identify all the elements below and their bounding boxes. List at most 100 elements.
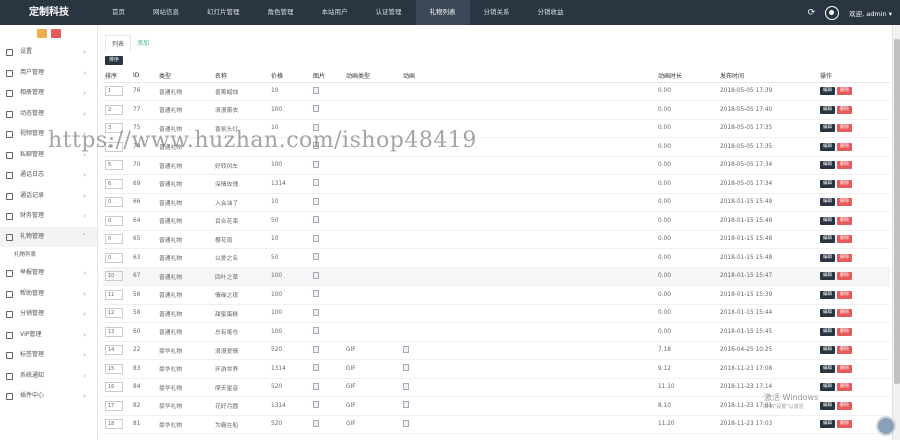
delete-button[interactable]: 删除 [837,87,852,96]
edit-button[interactable]: 编辑 [820,105,835,114]
edit-button[interactable]: 编辑 [820,309,835,318]
windows-activation-notice: 激活 Windows 转到"设置"以激活 [764,392,818,410]
floating-avatar[interactable] [876,416,896,436]
duration-cell: 0.00 [656,82,718,101]
close-tabs-button[interactable] [50,29,61,38]
sidebar-item[interactable]: 通话日志 › [0,165,97,186]
edit-button[interactable]: 编辑 [820,253,835,262]
sidebar-item[interactable]: 帮助管理 › [0,284,97,305]
sidebar-item[interactable]: 财务管理 › [0,206,97,227]
brand-logo[interactable]: 定制科技 [0,0,98,25]
sidebar-item[interactable]: 分销管理 › [0,304,97,325]
order-input[interactable]: 15 [105,363,123,374]
order-input[interactable]: 5 [105,160,123,171]
sidebar-item[interactable]: 插件中心 › [0,386,97,407]
edit-button[interactable]: 编辑 [820,179,835,188]
delete-button[interactable]: 删除 [837,420,852,429]
nav-item[interactable]: 幻灯片管理 [193,0,254,25]
order-cell: 17 [103,396,131,416]
sidebar-item[interactable]: 举报管理 › [0,263,97,284]
sidebar-item[interactable]: VIP管理 › [0,325,97,346]
sidebar-item[interactable]: 设置 › [0,42,97,63]
duration-cell: 0.00 [656,211,718,231]
delete-button[interactable]: 删除 [837,179,852,188]
nav-item[interactable]: 分销关系 [470,0,524,25]
delete-button[interactable]: 删除 [837,327,852,336]
delete-button[interactable]: 删除 [837,290,852,299]
edit-button[interactable]: 编辑 [820,364,835,373]
delete-button[interactable]: 删除 [837,309,852,318]
order-input[interactable]: 10 [105,271,123,282]
delete-button[interactable]: 删除 [837,346,852,355]
delete-button[interactable]: 删除 [837,364,852,373]
edit-button[interactable]: 编辑 [820,124,835,133]
delete-button[interactable]: 删除 [837,216,852,225]
order-input[interactable]: 16 [105,382,123,393]
order-input[interactable]: 13 [105,326,123,337]
edit-button[interactable]: 编辑 [820,327,835,336]
refresh-icon[interactable]: ⟳ [808,8,816,18]
sort-button[interactable]: 排序 [105,56,124,65]
delete-button[interactable]: 删除 [837,105,852,114]
order-input[interactable]: 0 [105,252,123,263]
edit-button[interactable]: 编辑 [820,161,835,170]
collapse-sidebar-button[interactable] [36,29,47,38]
edit-button[interactable]: 编辑 [820,142,835,151]
edit-button[interactable]: 编辑 [820,216,835,225]
user-menu[interactable]: 欢迎, admin ▾ [849,8,892,18]
order-input[interactable]: 1 [105,86,123,97]
nav-item[interactable]: 本站用户 [308,0,362,25]
delete-button[interactable]: 删除 [837,142,852,151]
page-scrollbar[interactable] [892,25,900,440]
edit-button[interactable]: 编辑 [820,290,835,299]
sidebar-item[interactable]: 动态管理 › [0,104,97,125]
order-input[interactable]: 18 [105,419,123,430]
nav-item[interactable]: 角色管理 [254,0,308,25]
sidebar-item[interactable]: 相册管理 › [0,83,97,104]
delete-button[interactable]: 删除 [837,124,852,133]
edit-button[interactable]: 编辑 [820,198,835,207]
delete-button[interactable]: 删除 [837,272,852,281]
sidebar-item[interactable]: 标签管理 › [0,345,97,366]
sidebar-item[interactable]: 通话记录 › [0,186,97,207]
user-avatar-icon[interactable] [825,5,840,20]
order-input[interactable]: 12 [105,308,123,319]
nav-item[interactable]: 分销收益 [524,0,578,25]
edit-button[interactable]: 编辑 [820,87,835,96]
order-input[interactable]: 0 [105,234,123,245]
order-input[interactable]: 6 [105,178,123,189]
order-input[interactable]: 0 [105,215,123,226]
sidebar-item[interactable]: 礼物管理 ˅ [0,226,97,247]
order-input[interactable]: 2 [105,104,123,115]
edit-button[interactable]: 编辑 [820,383,835,392]
order-input[interactable]: 17 [105,400,123,411]
sidebar-item[interactable]: 用户管理 › [0,63,97,84]
edit-button[interactable]: 编辑 [820,420,835,429]
tab-list[interactable]: 列表 [105,35,132,51]
edit-button[interactable]: 编辑 [820,272,835,281]
nav-item[interactable]: 首页 [98,0,139,25]
sidebar-item[interactable]: 系统通知 › [0,366,97,387]
nav-item[interactable]: 网站信息 [139,0,193,25]
nav-item[interactable]: 认证管理 [362,0,416,25]
order-input[interactable]: 14 [105,345,123,356]
duration-cell: 11.20 [656,415,718,434]
order-input[interactable]: 11 [105,289,123,300]
delete-button[interactable]: 删除 [837,401,852,410]
delete-button[interactable]: 删除 [837,198,852,207]
delete-button[interactable]: 删除 [837,161,852,170]
delete-button[interactable]: 删除 [837,253,852,262]
order-input[interactable]: 0 [105,197,123,208]
tab-add[interactable]: 添加 [131,35,156,51]
sidebar-subitem-gift-list[interactable]: 礼物列表 [0,247,97,263]
scrollbar-thumb[interactable] [894,39,900,384]
edit-button[interactable]: 编辑 [820,235,835,244]
actions-cell: 编辑 删除 [818,248,890,268]
edit-button[interactable]: 编辑 [820,346,835,355]
nav-item[interactable]: 礼物列表 [415,0,470,25]
edit-button[interactable]: 编辑 [820,401,835,410]
delete-button[interactable]: 删除 [837,235,852,244]
delete-button[interactable]: 删除 [837,383,852,392]
animation-cell [401,304,656,323]
time-cell: 2018-01-15 15:48 [718,230,818,249]
